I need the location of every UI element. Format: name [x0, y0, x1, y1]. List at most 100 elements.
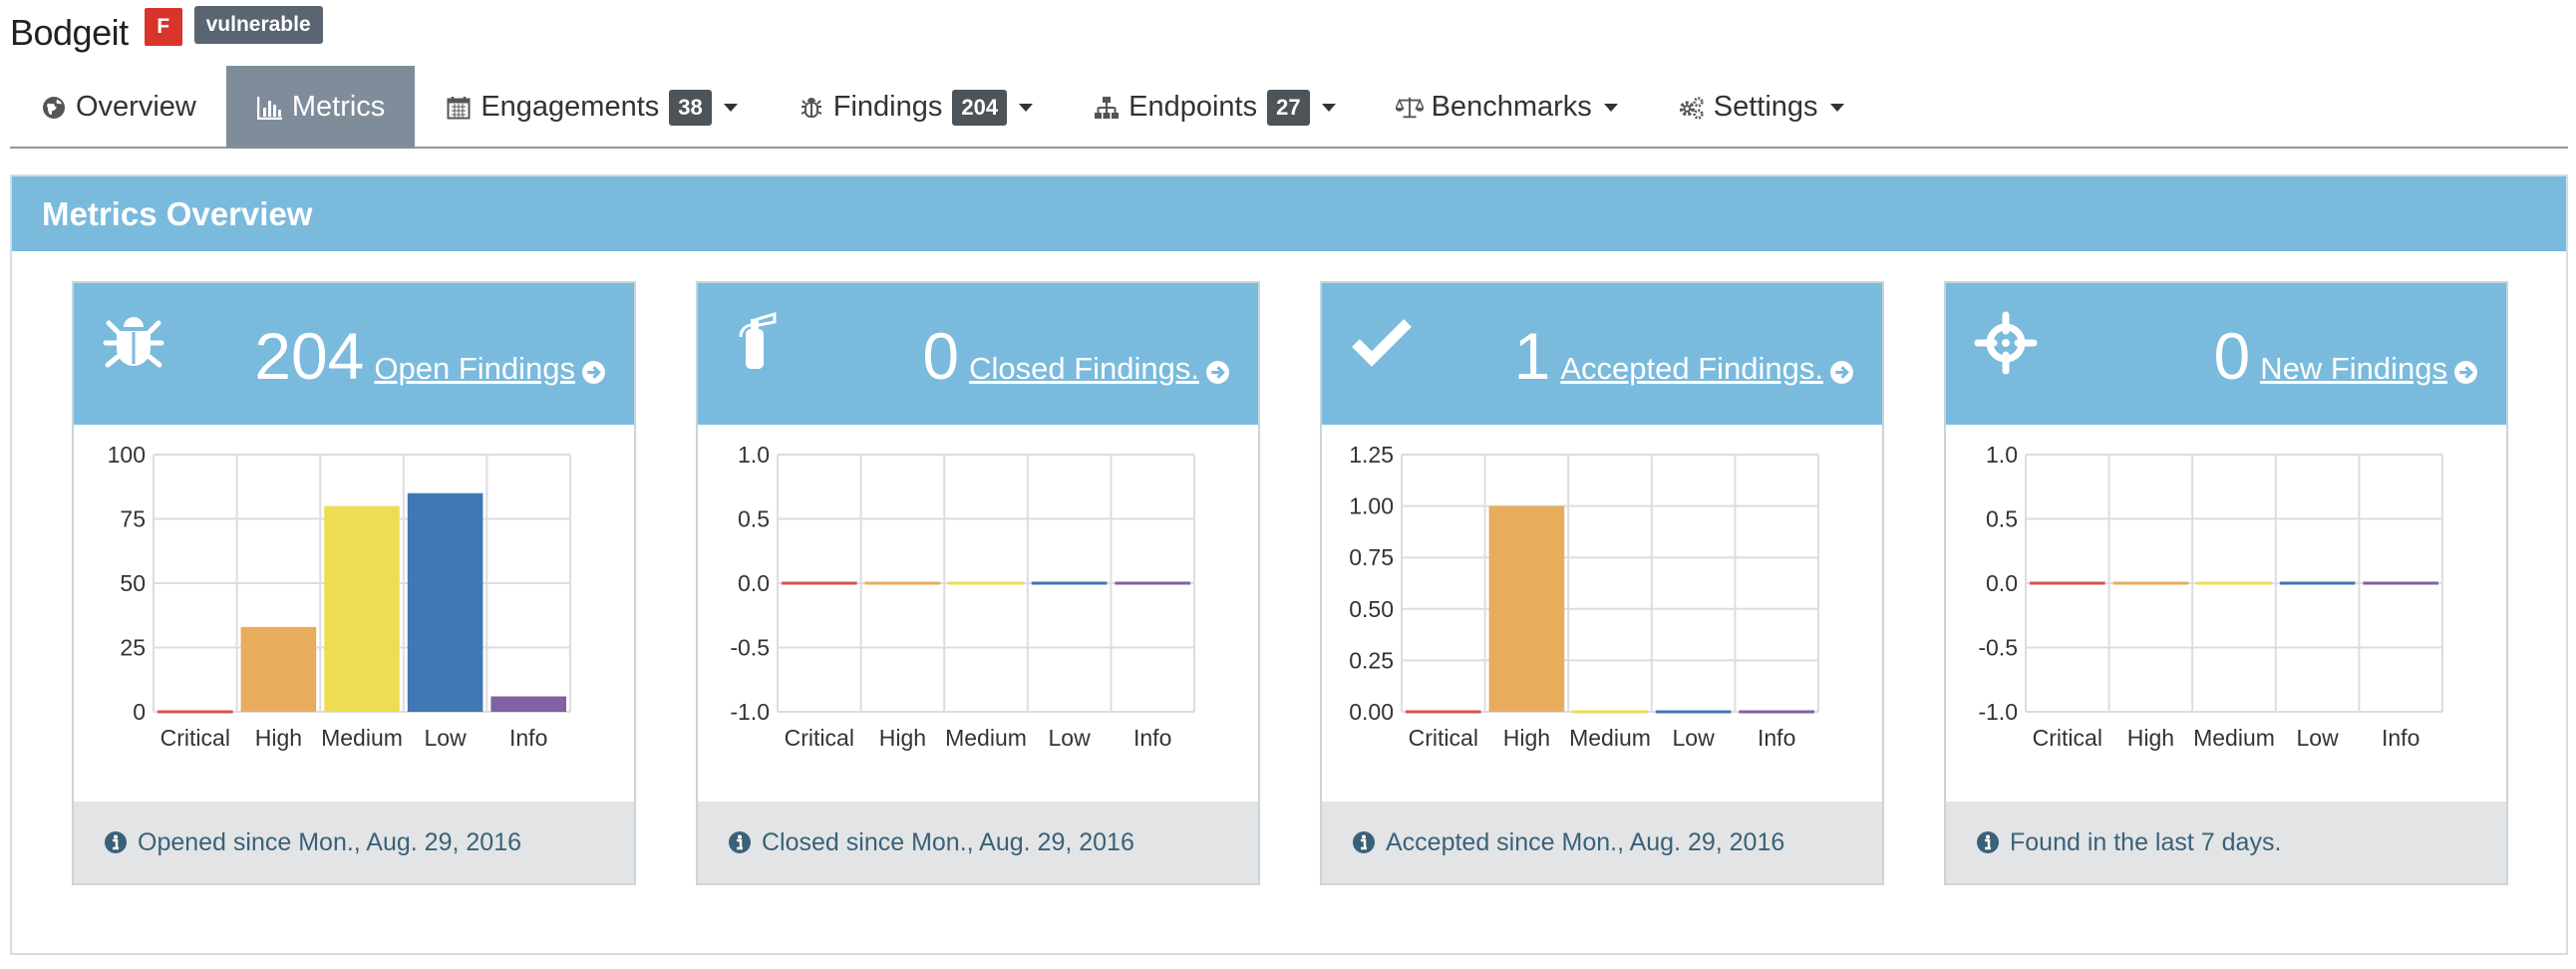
findings-count-badge: 204 — [952, 89, 1008, 126]
bar-high — [240, 626, 317, 712]
tab-benchmarks[interactable]: Benchmarks — [1366, 66, 1648, 149]
severity-chart: 1.0 0.5 0.0 -0.5 -1.0 Critical High Medium Low In… — [730, 442, 1195, 751]
tab-endpoints[interactable]: Endpoints 27 — [1063, 66, 1365, 149]
card-footer: Closed since Mon., Aug. 29, 2016 — [698, 802, 1258, 883]
card-metric: 204 Open Findings — [254, 323, 606, 389]
calendar-icon — [445, 94, 473, 122]
fire-extinguisher-icon — [726, 311, 790, 375]
y-tick-label: 0.75 — [1349, 544, 1394, 570]
open-findings-link[interactable]: Open Findings — [374, 351, 606, 387]
x-tick-label: Info — [2382, 725, 2419, 751]
footer-text: Closed since Mon., Aug. 29, 2016 — [762, 827, 1134, 856]
y-tick-label: 0.5 — [738, 506, 770, 532]
y-tick-label: 1.0 — [1986, 442, 2018, 468]
bar-medium — [324, 505, 400, 712]
y-tick-label: 0.00 — [1349, 699, 1394, 725]
footer-text: Found in the last 7 days. — [2010, 827, 2282, 856]
card-metric: 0 New Findings — [2213, 323, 2478, 389]
card-metric: 0 Closed Findings. — [922, 323, 1230, 389]
panel-title: Metrics Overview — [12, 176, 2566, 251]
chevron-down-icon[interactable] — [1829, 103, 1844, 112]
tab-findings[interactable]: Findings 204 — [768, 66, 1063, 149]
bug-icon — [798, 94, 825, 122]
x-tick-label: Info — [1133, 725, 1171, 751]
new-findings-link[interactable]: New Findings — [2260, 351, 2478, 387]
gears-icon — [1678, 94, 1706, 122]
card-header: 1 Accepted Findings. — [1322, 283, 1882, 425]
card-metric: 1 Accepted Findings. — [1514, 323, 1854, 389]
product-nav-tabs: Overview Metrics Engagements 38 Findings… — [10, 66, 2568, 149]
tab-settings[interactable]: Settings — [1648, 66, 1874, 149]
bar-info — [1739, 710, 1814, 714]
bar-info — [490, 696, 566, 712]
tab-metrics[interactable]: Metrics — [225, 66, 416, 149]
bar-info — [2363, 581, 2438, 585]
chart-grid: 1.25 1.00 0.75 0.50 0.25 0.00 — [1349, 442, 1819, 725]
bar-info — [1115, 581, 1190, 585]
y-tick-label: -1.0 — [730, 699, 770, 725]
bar-chart-icon — [256, 94, 284, 122]
tab-label: Engagements — [481, 91, 660, 123]
x-tick-label: High — [255, 725, 302, 751]
tab-engagements[interactable]: Engagements 38 — [415, 66, 767, 149]
severity-chart: 1.0 0.5 0.0 -0.5 -1.0 Critical High Medium Low In… — [1978, 442, 2443, 751]
y-tick-label: 0 — [133, 699, 146, 725]
crosshairs-icon — [1974, 311, 2038, 375]
x-tick-label: Critical — [785, 725, 854, 751]
chevron-down-icon[interactable] — [723, 103, 738, 112]
bar-critical — [158, 710, 233, 714]
bar-low — [1031, 581, 1108, 585]
chevron-down-icon[interactable] — [1019, 103, 1034, 112]
bar-medium — [948, 581, 1024, 585]
card-header: 0 Closed Findings. — [698, 283, 1258, 425]
tab-label: Endpoints — [1128, 91, 1258, 123]
card-footer: Opened since Mon., Aug. 29, 2016 — [74, 802, 634, 883]
accepted-findings-link[interactable]: Accepted Findings. — [1560, 351, 1854, 387]
bar-medium — [2196, 581, 2272, 585]
severity-chart: 1.25 1.00 0.75 0.50 0.25 0.00 Critical High Medi… — [1349, 442, 1819, 751]
new-findings-count: 0 — [2213, 319, 2251, 393]
arrow-circle-right-icon — [1830, 360, 1853, 384]
card-header: 204 Open Findings — [74, 283, 634, 425]
product-name[interactable]: Bodgeit — [10, 12, 129, 54]
balance-scale-icon — [1395, 94, 1424, 122]
closed-findings-link[interactable]: Closed Findings. — [969, 351, 1230, 387]
bar-critical — [1406, 710, 1481, 714]
x-tick-label: Medium — [1569, 725, 1651, 751]
tab-overview[interactable]: Overview — [10, 66, 226, 149]
new-findings-card: 0 New Findings 1.0 0.5 0.0 -0.5 -1.0 Critical… — [1944, 281, 2508, 885]
x-tick-label: Info — [509, 725, 547, 751]
info-circle-icon — [1977, 831, 1999, 853]
chevron-down-icon[interactable] — [1603, 103, 1618, 112]
y-tick-label: 0.0 — [1986, 570, 2018, 596]
link-label: Closed Findings. — [969, 351, 1199, 386]
x-tick-label: High — [879, 725, 926, 751]
y-tick-label: 50 — [120, 570, 146, 596]
y-tick-label: 75 — [120, 506, 146, 532]
closed-findings-count: 0 — [922, 319, 960, 393]
y-tick-label: -0.5 — [730, 635, 770, 661]
bug-icon — [102, 311, 165, 375]
arrow-circle-right-icon — [1206, 360, 1229, 384]
bar-critical — [2030, 581, 2105, 585]
check-icon — [1350, 311, 1414, 375]
y-tick-label: 25 — [120, 635, 146, 661]
x-tick-label: High — [1503, 725, 1550, 751]
severity-chart: 100 75 50 25 0 Critical High Medium Low Info — [108, 442, 571, 751]
accepted-findings-card: 1 Accepted Findings. 1.25 1.00 0.75 0.50 0.2… — [1320, 281, 1884, 885]
card-header: 0 New Findings — [1946, 283, 2506, 425]
tag-badge[interactable]: vulnerable — [193, 6, 323, 44]
y-tick-label: 1.25 — [1349, 442, 1394, 468]
bar-high — [2112, 581, 2189, 585]
x-tick-label: Medium — [321, 725, 403, 751]
arrow-circle-right-icon — [582, 360, 605, 384]
x-tick-label: Low — [424, 725, 467, 751]
x-tick-label: Critical — [1409, 725, 1478, 751]
x-tick-label: Low — [1672, 725, 1715, 751]
y-tick-label: 0.25 — [1349, 647, 1394, 673]
chevron-down-icon[interactable] — [1321, 103, 1336, 112]
tab-label: Metrics — [291, 91, 386, 123]
globe-icon — [40, 94, 68, 122]
accepted-findings-count: 1 — [1513, 319, 1551, 393]
sitemap-icon — [1093, 94, 1121, 122]
